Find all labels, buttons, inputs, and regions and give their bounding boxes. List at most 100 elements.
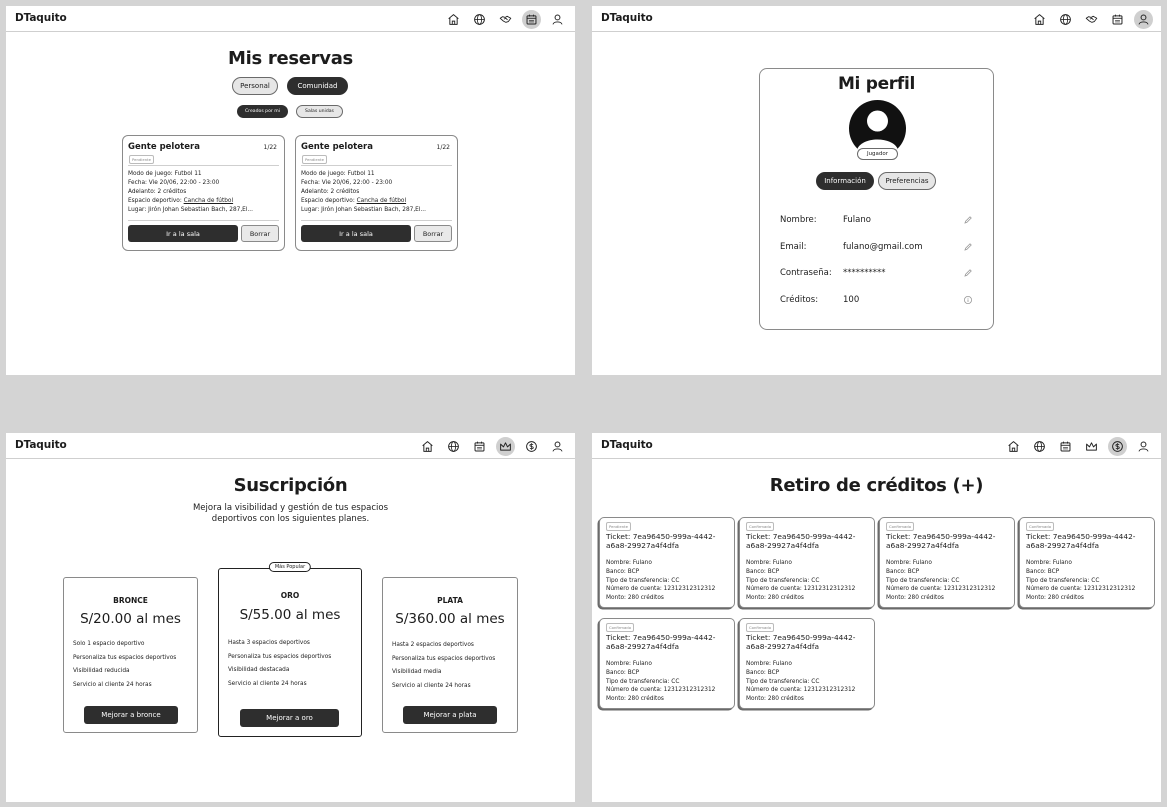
field-password: Contraseña: **********	[780, 268, 973, 280]
go-to-room-button[interactable]: Ir a la sala	[128, 225, 238, 242]
ticket-card[interactable]: Pendiente Ticket: 7ea96450-999a-4442- a6a8…	[599, 517, 735, 608]
deposit: Adelanto: 2 créditos	[128, 189, 187, 195]
pencil-icon[interactable]	[963, 242, 973, 252]
app-logo[interactable]: DTaquito	[15, 12, 67, 24]
nav-globe-button[interactable]	[1056, 10, 1075, 29]
nav-calendar-button[interactable]	[470, 437, 489, 456]
plan-card-bronce: BRONCE S/20.00 al mes Solo 1 espacio dep…	[63, 577, 198, 733]
feature-item: Personaliza tus espacios deportivos	[392, 655, 496, 662]
nav-user-button[interactable]	[548, 437, 567, 456]
nav-globe-button[interactable]	[444, 437, 463, 456]
globe-icon	[1060, 14, 1071, 25]
nav-calendar-button[interactable]	[1108, 10, 1127, 29]
nav-handshake-button[interactable]	[1082, 10, 1101, 29]
sport-space-label: Espacio deportivo:	[301, 198, 357, 204]
top-navbar: DTaquito	[6, 6, 575, 32]
ticket-details: Nombre: Fulano Banco: BCP Tipo de transfer…	[606, 660, 715, 704]
nav-user-button[interactable]	[1134, 437, 1153, 456]
pencil-icon[interactable]	[963, 268, 973, 278]
home-icon	[422, 441, 433, 452]
subtitle-line: Mejora la visibilidad y gestión de tus e…	[192, 503, 389, 513]
nav-dollar-button[interactable]	[522, 437, 541, 456]
nav-home-button[interactable]	[1030, 10, 1049, 29]
nav-home-button[interactable]	[1004, 437, 1023, 456]
bank: Banco: BCP	[886, 568, 920, 575]
subtab-creados[interactable]: Creados por mi	[237, 105, 288, 118]
feature-item: Servicio al cliente 24 horas	[228, 680, 307, 687]
subtab-salas-unidas[interactable]: Salas unidas	[296, 105, 343, 118]
upgrade-plata-button[interactable]: Mejorar a plata	[403, 706, 497, 724]
amount: Monto: 280 créditos	[886, 595, 944, 602]
info-icon[interactable]	[963, 295, 973, 305]
tab-personal[interactable]: Personal	[232, 77, 278, 95]
tab-preferencias[interactable]: Preferencias	[878, 172, 936, 190]
crown-icon	[1086, 442, 1097, 451]
location: Lugar: Jirón Johan Sebastian Bach, 287,E…	[128, 207, 253, 213]
nav-globe-button[interactable]	[1030, 437, 1049, 456]
divider	[128, 220, 279, 221]
ticket-details: Nombre: Fulano Banco: BCP Tipo de transfer…	[886, 559, 995, 603]
status-badge: Pendiente	[129, 155, 154, 164]
ticket-card[interactable]: Confirmado Ticket: 7ea96450-999a-4442- a6a…	[879, 517, 1015, 608]
calendar-icon	[526, 14, 537, 25]
holder-name: Nombre: Fulano	[1026, 560, 1072, 566]
status-badge: Confirmado	[1026, 522, 1055, 531]
field-value: **********	[843, 268, 886, 278]
globe-icon	[1034, 441, 1045, 452]
delete-button[interactable]: Borrar	[414, 225, 452, 242]
bank: Banco: BCP	[606, 568, 640, 575]
field-nombre: Nombre: Fulano	[780, 215, 973, 227]
app-logo[interactable]: DTaquito	[601, 12, 653, 24]
nav-crown-button[interactable]	[496, 437, 515, 456]
ticket-card[interactable]: Confirmado Ticket: 7ea96450-999a-4442- a6a…	[739, 618, 875, 709]
nav-handshake-button[interactable]	[496, 10, 515, 29]
reservation-card: Gente pelotera 1/22 Pendiente Modo de ju…	[295, 135, 458, 251]
divider	[301, 165, 452, 166]
nav-home-button[interactable]	[444, 10, 463, 29]
game-mode: Modo de juego: Futbol 11	[301, 171, 375, 177]
sport-space-link[interactable]: Cancha de fútbol	[184, 198, 233, 204]
account-number: Número de cuenta: 12312312312312	[746, 586, 856, 593]
nav-home-button[interactable]	[418, 437, 437, 456]
dollar-icon	[1112, 441, 1123, 452]
feature-item: Visibilidad destacada	[228, 667, 290, 673]
page-title: Retiro de créditos (+)	[769, 475, 984, 496]
nav-dollar-button[interactable]	[1108, 437, 1127, 456]
upgrade-bronce-button[interactable]: Mejorar a bronce	[84, 706, 178, 724]
nav-crown-button[interactable]	[1082, 437, 1101, 456]
app-logo[interactable]: DTaquito	[601, 439, 653, 451]
pencil-icon[interactable]	[963, 215, 973, 225]
calendar-icon	[1112, 14, 1123, 25]
feature-item: Hasta 2 espacios deportivos	[392, 642, 474, 648]
nav-user-button[interactable]	[1134, 10, 1153, 29]
ticket-card[interactable]: Confirmado Ticket: 7ea96450-999a-4442- a6a…	[599, 618, 735, 709]
user-icon	[552, 441, 563, 452]
upgrade-oro-button[interactable]: Mejorar a oro	[240, 709, 339, 727]
calendar-icon	[474, 441, 485, 452]
ticket-card[interactable]: Confirmado Ticket: 7ea96450-999a-4442- a6a…	[1019, 517, 1155, 608]
ticket-details: Nombre: Fulano Banco: BCP Tipo de transfer…	[1026, 559, 1135, 603]
location: Lugar: Jirón Johan Sebastian Bach, 287,E…	[301, 207, 426, 213]
handshake-icon	[1085, 15, 1098, 23]
amount: Monto: 280 créditos	[746, 595, 804, 602]
ticket-id: Ticket: 7ea96450-999a-4442- a6a8-29927a4f…	[886, 532, 1014, 550]
amount: Monto: 280 créditos	[606, 696, 664, 703]
ticket-card[interactable]: Confirmado Ticket: 7ea96450-999a-4442- a6a…	[739, 517, 875, 608]
delete-button[interactable]: Borrar	[241, 225, 279, 242]
sport-space-link[interactable]: Cancha de fútbol	[357, 198, 406, 204]
nav-globe-button[interactable]	[470, 10, 489, 29]
tab-comunidad[interactable]: Comunidad	[287, 77, 348, 95]
ticket-id-line: a6a8-29927a4f4dfa	[606, 540, 679, 550]
app-logo[interactable]: DTaquito	[15, 439, 67, 451]
field-label: Contraseña:	[780, 268, 832, 278]
nav-user-button[interactable]	[548, 10, 567, 29]
reservation-details: Modo de juego: Futbol 11 Fecha: Vie 20/0…	[128, 170, 279, 215]
tab-informacion[interactable]: Información	[816, 172, 874, 190]
nav-calendar-button[interactable]	[1056, 437, 1075, 456]
field-creditos: Créditos: 100	[780, 295, 973, 307]
nav-calendar-button[interactable]	[522, 10, 541, 29]
account-number: Número de cuenta: 12312312312312	[746, 687, 856, 694]
nav-icons	[418, 437, 567, 456]
status-badge: Pendiente	[606, 522, 631, 531]
go-to-room-button[interactable]: Ir a la sala	[301, 225, 411, 242]
